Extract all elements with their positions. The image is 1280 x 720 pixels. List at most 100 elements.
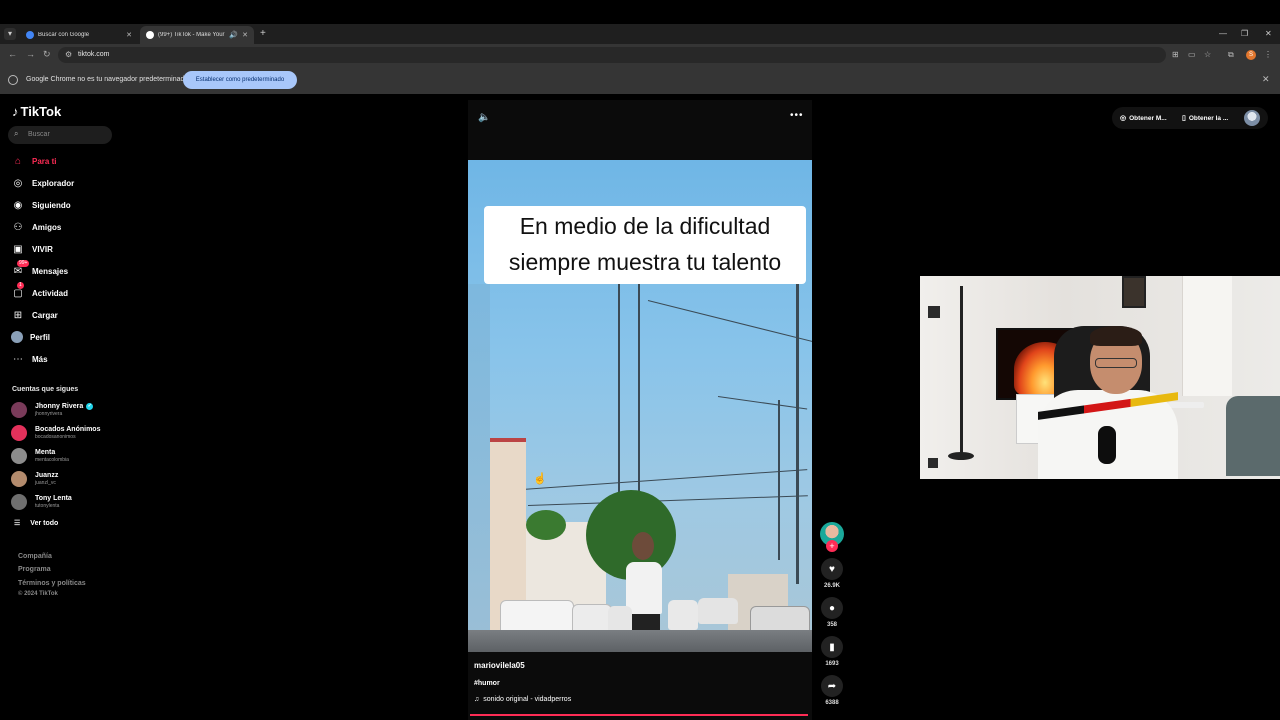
- see-all-button[interactable]: ☰ Ver todo: [14, 519, 58, 528]
- sidebar-item-cargar[interactable]: ⊞ Cargar: [11, 307, 58, 323]
- webcam-wall-sticker: [928, 306, 940, 318]
- reload-button[interactable]: ↻: [43, 49, 51, 60]
- tab-tiktok[interactable]: (99+) TikTok - Make Your Day 🔊 ✕: [140, 26, 254, 44]
- sidebar-item-explorador[interactable]: ◎ Explorador: [11, 175, 75, 191]
- get-coins-button[interactable]: ◎ Obtener M...: [1120, 114, 1167, 123]
- footer-link-terms[interactable]: Términos y políticas: [18, 580, 86, 587]
- minimize-button[interactable]: —: [1219, 29, 1227, 38]
- sidebar-item-perfil[interactable]: Perfil: [11, 329, 50, 345]
- video-player[interactable]: 🔈 ••• En medio de la dificultad siempre …: [468, 100, 812, 720]
- tree: [526, 510, 566, 540]
- following-account[interactable]: Menta mentacolombia: [11, 447, 69, 465]
- following-icon: ◉: [13, 199, 23, 211]
- tab-close-icon[interactable]: ✕: [126, 31, 132, 39]
- account-handle: mentacolombia: [35, 456, 69, 463]
- following-account[interactable]: Bocados Anónimos bocadosanonimos: [11, 424, 100, 442]
- chrome-icon: [8, 75, 18, 85]
- friends-icon: ⚇: [13, 221, 23, 233]
- road: [468, 630, 812, 652]
- video-username[interactable]: mariovilela05: [474, 661, 525, 670]
- search-placeholder: Buscar: [28, 131, 50, 138]
- tiktok-logo[interactable]: ♪ TikTok: [12, 104, 61, 119]
- like-button[interactable]: ♥ 26.9K: [821, 558, 843, 589]
- user-avatar[interactable]: [1244, 110, 1260, 126]
- sidebar-item-amigos[interactable]: ⚇ Amigos: [11, 219, 62, 235]
- footer-link-company[interactable]: Compañía: [18, 553, 52, 560]
- comment-count: 358: [826, 622, 837, 628]
- follow-plus-icon[interactable]: +: [826, 540, 838, 552]
- window-close-button[interactable]: ✕: [1265, 29, 1272, 38]
- speaker-icon[interactable]: 🔊: [229, 31, 238, 39]
- following-account[interactable]: Tony Lenta tutonylenta: [11, 493, 72, 511]
- power-line: [527, 495, 808, 506]
- following-account[interactable]: Jhonny Rivera ✓ jhonnyrivera: [11, 401, 94, 419]
- get-app-button[interactable]: ▯ Obtener la ...: [1182, 114, 1229, 123]
- site-info-icon[interactable]: ⚙: [65, 50, 72, 59]
- video-hashtag[interactable]: #humor: [474, 680, 500, 687]
- account-name: Tony Lenta: [35, 494, 72, 502]
- sidebar-item-label: Perfil: [30, 332, 51, 342]
- sidebar-item-siguiendo[interactable]: ◉ Siguiendo: [11, 197, 71, 213]
- account-handle: jhonnyrivera: [35, 410, 63, 417]
- tab-title: (99+) TikTok - Make Your Day: [158, 32, 225, 38]
- sidebar-item-mas[interactable]: ⋯ Más: [11, 351, 48, 367]
- utility-pole: [796, 284, 799, 584]
- sidebar-item-label: Explorador: [32, 178, 75, 188]
- sidebar-item-para-ti[interactable]: ⌂ Para ti: [11, 153, 57, 169]
- infobar-close-icon[interactable]: ✕: [1262, 74, 1270, 85]
- screen-top-bar: [0, 0, 1280, 24]
- compass-icon: ◎: [13, 177, 23, 189]
- account-handle: tutonylenta: [35, 502, 60, 509]
- get-app-label: Obtener la ...: [1188, 114, 1229, 122]
- avatar: [11, 448, 27, 464]
- more-options-icon[interactable]: •••: [790, 110, 804, 121]
- sidebar-item-mensajes[interactable]: ✉ 99+ Mensajes: [11, 260, 68, 279]
- new-tab-button[interactable]: +: [260, 28, 266, 39]
- search-input[interactable]: ⌕ Buscar: [8, 126, 112, 144]
- sound-label: sonido original - vidadperros: [483, 696, 572, 703]
- car: [698, 598, 738, 624]
- person: [626, 562, 662, 614]
- cast-icon[interactable]: ▭: [1188, 50, 1196, 59]
- sidebar-item-label: Para ti: [32, 156, 57, 166]
- utility-pole: [638, 284, 640, 514]
- list-icon: ☰: [14, 520, 21, 527]
- sidebar-item-label: Más: [32, 354, 48, 364]
- video-frame[interactable]: En medio de la dificultad siempre muestr…: [468, 160, 812, 652]
- extensions-icon[interactable]: ⧉: [1228, 50, 1234, 60]
- address-bar[interactable]: ⚙ tiktok.com: [58, 47, 1166, 63]
- back-button[interactable]: ←: [8, 49, 17, 59]
- volume-icon[interactable]: 🔈: [478, 112, 490, 123]
- webcam-lamp-base: [948, 452, 974, 460]
- save-button[interactable]: ▮ 1693: [821, 636, 843, 667]
- video-caption-box: En medio de la dificultad siempre muestr…: [484, 206, 806, 284]
- sidebar-item-vivir[interactable]: ▣ VIVIR: [11, 241, 53, 257]
- chrome-menu-icon[interactable]: ⋮: [1264, 50, 1272, 59]
- sidebar-item-actividad[interactable]: ▢ 1 Actividad: [11, 282, 68, 301]
- translate-icon[interactable]: ⊞: [1172, 50, 1179, 59]
- restore-button[interactable]: ❐: [1241, 29, 1248, 38]
- profile-avatar[interactable]: S: [1246, 50, 1256, 60]
- footer-link-program[interactable]: Programa: [18, 566, 51, 573]
- avatar: [11, 425, 27, 441]
- webcam-floor-lamp: [960, 286, 963, 456]
- like-count: 26.9K: [823, 583, 840, 589]
- tab-close-icon[interactable]: ✕: [242, 31, 248, 39]
- tab-google[interactable]: Buscar con Google ✕: [20, 26, 138, 44]
- set-default-button[interactable]: Establecer como predeterminado: [183, 71, 297, 89]
- following-account[interactable]: Juanzz juanzl_vc: [11, 470, 58, 488]
- copyright: © 2024 TikTok: [18, 591, 58, 597]
- infobar-message: Google Chrome no es tu navegador predete…: [26, 76, 189, 83]
- account-handle: juanzl_vc: [35, 479, 56, 486]
- forward-button[interactable]: →: [26, 49, 35, 59]
- car: [668, 600, 698, 630]
- tiktok-note-icon: ♪: [12, 104, 19, 119]
- bookmark-star-icon[interactable]: ☆: [1204, 50, 1211, 59]
- webcam-window: [1182, 276, 1232, 396]
- live-icon: ▣: [13, 243, 23, 255]
- tab-search-button[interactable]: ▾: [4, 28, 16, 40]
- comment-button[interactable]: ● 358: [821, 597, 843, 628]
- share-button[interactable]: ➦ 6388: [821, 675, 843, 706]
- video-progress-bar[interactable]: [470, 714, 808, 716]
- video-sound[interactable]: ♫ sonido original - vidadperros: [474, 696, 571, 703]
